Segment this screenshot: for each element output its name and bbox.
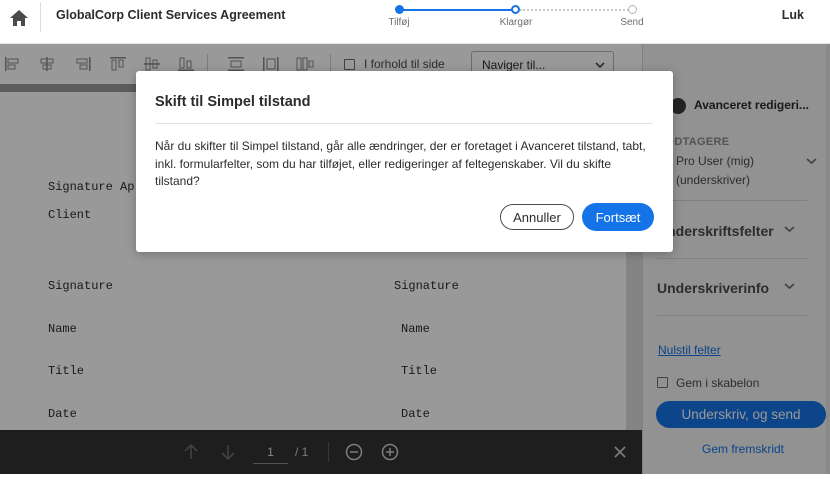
- progress-steps: Tilføj Klargør Send: [385, 0, 645, 40]
- dialog-divider: [155, 123, 653, 124]
- step-line-pending: [520, 9, 633, 11]
- home-icon[interactable]: [8, 8, 30, 28]
- document-title: GlobalCorp Client Services Agreement: [56, 8, 286, 22]
- step-dot-klargor[interactable]: [511, 5, 520, 14]
- header-divider: [40, 2, 41, 32]
- step-line-done: [399, 9, 516, 11]
- step-label-tilfoj: Tilføj: [388, 17, 410, 28]
- step-dot-send[interactable]: [628, 5, 637, 14]
- dialog-message: Når du skifter til Simpel tilstand, går …: [155, 139, 646, 188]
- dialog-title: Skift til Simpel tilstand: [155, 94, 311, 110]
- step-dot-tilfoj[interactable]: [395, 5, 404, 14]
- close-button[interactable]: Luk: [782, 8, 804, 22]
- step-label-send: Send: [620, 17, 644, 28]
- step-label-klargor: Klargør: [499, 17, 533, 28]
- switch-mode-dialog: Skift til Simpel tilstand Når du skifter…: [136, 71, 673, 252]
- cancel-button[interactable]: Annuller: [500, 204, 574, 230]
- continue-button[interactable]: Fortsæt: [582, 203, 654, 231]
- bottom-strip: [0, 474, 830, 479]
- top-header: GlobalCorp Client Services Agreement Til…: [0, 0, 830, 44]
